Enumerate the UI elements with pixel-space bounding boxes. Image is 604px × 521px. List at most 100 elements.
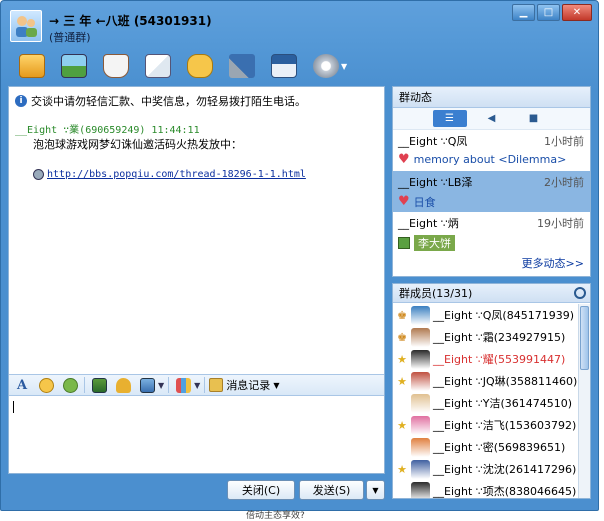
close-icon[interactable]: ✕ <box>562 4 592 21</box>
member-name: __Eight ∵耀(553991447) <box>433 353 566 366</box>
chat-panel: i 交谈中请勿轻信汇款、中奖信息，勿轻易拨打陌生电话。 __Eight ∵業(6… <box>8 86 385 474</box>
message-body: 泡泡球游戏网梦幻诛仙邀活码火热发放中： <box>33 138 242 151</box>
member-name: __Eight ∵项杰(838046645) <box>433 485 577 498</box>
chevron-down-icon[interactable]: ▼ <box>158 381 164 390</box>
list-view-icon[interactable]: ☰ <box>432 110 467 127</box>
member-name: __Eight ∵Q凤(845171939) <box>433 309 574 322</box>
picture-icon <box>398 237 410 249</box>
feed-time: 1小时前 <box>544 135 584 148</box>
more-dynamics-link[interactable]: 更多动态>> <box>522 255 584 271</box>
coffee-cup-icon[interactable] <box>97 51 135 81</box>
member-list: ♚ __Eight ∵Q凤(845171939) ♚ __Eight ∵霜(23492… <box>393 304 579 498</box>
avatar[interactable] <box>411 349 430 369</box>
avatar[interactable] <box>411 393 430 413</box>
avatar[interactable] <box>411 305 430 325</box>
send-button[interactable]: 发送(S) <box>299 480 364 500</box>
avatar[interactable] <box>411 459 430 479</box>
speaker-icon[interactable]: ◀ <box>475 110 509 127</box>
music-icon[interactable] <box>113 376 133 394</box>
member-row[interactable]: ★ __Eight ∵JQ琳(358811460) <box>393 370 579 392</box>
folder-icon[interactable] <box>13 51 51 81</box>
background-strip: 倍动主态享效? <box>0 511 604 521</box>
member-name: __Eight ∵Y洁(361474510) <box>433 397 573 410</box>
group-type: (普通群) <box>49 31 91 44</box>
feed-time: 19小时前 <box>537 217 584 230</box>
dynamics-tabs: ☰ ◀ ■ <box>393 108 590 130</box>
feed-text[interactable]: 李大饼 <box>414 235 455 251</box>
photo-icon[interactable] <box>55 51 93 81</box>
chat-window: → 三 年 ←八班 (54301931) (普通群) ▁ □ ✕ ▼ i 交谈中… <box>0 0 599 511</box>
info-icon: i <box>15 95 27 107</box>
toolbar-divider <box>204 377 206 393</box>
notice-text: 交谈中请勿轻信汇款、中奖信息，勿轻易拨打陌生电话。 <box>31 95 306 108</box>
scrollbar-thumb[interactable] <box>580 306 589 370</box>
avatar[interactable] <box>411 437 430 457</box>
feed-text[interactable]: memory about <Dilemma> <box>414 153 567 166</box>
member-row[interactable]: ★ __Eight ∵沈沈(261417296) <box>393 458 579 480</box>
square-view-icon[interactable]: ■ <box>517 110 551 127</box>
window-controls: ▁ □ ✕ <box>512 4 592 21</box>
window-title: → 三 年 ←八班 (54301931) <box>49 14 212 28</box>
screenshot-icon[interactable] <box>89 376 109 394</box>
dynamics-title: 群动态 <box>393 87 590 108</box>
avatar[interactable] <box>411 371 430 391</box>
feed-item[interactable]: __Eight ∵LB泽 2小时前 ♥ 日食 <box>393 171 590 212</box>
member-row[interactable]: ★ __Eight ∵耀(553991447) <box>393 348 579 370</box>
owner-icon: ♚ <box>397 330 407 344</box>
admin-star-icon: ★ <box>397 462 407 476</box>
owner-icon: ♚ <box>397 308 407 322</box>
emoji-magic-icon[interactable] <box>60 376 80 394</box>
maximize-icon[interactable]: □ <box>537 4 560 21</box>
heart-icon: ♥ <box>398 194 410 209</box>
feed-text[interactable]: 日食 <box>414 194 436 210</box>
member-row[interactable]: ★ __Eight ∵洁飞(153603792) <box>393 414 579 436</box>
member-row[interactable]: __Eight ∵密(569839651) <box>393 436 579 458</box>
tools-icon[interactable] <box>223 51 261 81</box>
member-card-icon[interactable] <box>265 51 303 81</box>
chat-bubble-icon[interactable] <box>181 51 219 81</box>
message-header: __Eight ∵業(690659249) 11:44:11 <box>15 125 200 136</box>
font-icon[interactable]: A <box>12 376 32 394</box>
smiley-icon[interactable] <box>36 376 56 394</box>
main-toolbar: ▼ <box>13 51 347 81</box>
avatar[interactable] <box>411 481 430 498</box>
member-row[interactable]: ♚ __Eight ∵Q凤(845171939) <box>393 304 579 326</box>
feed-item[interactable]: __Eight ∵炳 19小时前 李大饼 <box>393 212 590 253</box>
member-row[interactable]: __Eight ∵项杰(838046645) <box>393 480 579 498</box>
settings-icon[interactable] <box>307 51 345 81</box>
group-avatar[interactable] <box>10 10 42 42</box>
minimize-icon[interactable]: ▁ <box>512 4 535 21</box>
member-name: __Eight ∵霜(234927915) <box>433 331 566 344</box>
member-scrollbar[interactable] <box>578 304 590 498</box>
group-dynamics-panel: 群动态 ☰ ◀ ■ __Eight ∵Q凤 1小时前 ♥ memory about… <box>392 86 591 277</box>
background-text: 倍动主态享效? <box>246 511 305 521</box>
member-row[interactable]: __Eight ∵Y洁(361474510) <box>393 392 579 414</box>
heart-icon: ♥ <box>398 151 410 167</box>
send-options-button[interactable]: ▼ <box>366 480 385 500</box>
message-link-row: http://bbs.popqiu.com/thread-18296-1-1.h… <box>33 169 306 180</box>
avatar[interactable] <box>411 327 430 347</box>
message-link[interactable]: http://bbs.popqiu.com/thread-18296-1-1.h… <box>47 169 306 180</box>
member-name: __Eight ∵JQ琳(358811460) <box>433 375 578 388</box>
mail-icon[interactable] <box>139 51 177 81</box>
text-caret <box>13 401 14 413</box>
more-apps-icon[interactable] <box>173 376 193 394</box>
member-row[interactable]: ♚ __Eight ∵霜(234927915) <box>393 326 579 348</box>
search-icon[interactable] <box>574 287 586 299</box>
avatar[interactable] <box>411 415 430 435</box>
link-globe-icon <box>33 169 44 180</box>
member-name: __Eight ∵洁飞(153603792) <box>433 419 577 432</box>
safety-notice: i 交谈中请勿轻信汇款、中奖信息，勿轻易拨打陌生电话。 <box>15 93 306 109</box>
members-header: 群成员(13/31) <box>393 284 590 303</box>
input-toolbar: A ▼ ▼ 消息记录 ▼ <box>9 374 384 396</box>
close-button[interactable]: 关闭(C) <box>227 480 295 500</box>
chevron-down-icon[interactable]: ▼ <box>194 381 200 390</box>
chevron-down-icon[interactable]: ▼ <box>341 62 347 71</box>
message-input[interactable] <box>9 397 384 473</box>
member-name: __Eight ∵密(569839651) <box>433 441 566 454</box>
feed-time: 2小时前 <box>544 176 584 189</box>
screen-share-icon[interactable] <box>137 376 157 394</box>
toolbar-divider <box>168 377 170 393</box>
feed-item[interactable]: __Eight ∵Q凤 1小时前 ♥ memory about <Dilemma> <box>393 130 590 171</box>
message-history-button[interactable]: 消息记录 ▼ <box>209 377 279 393</box>
